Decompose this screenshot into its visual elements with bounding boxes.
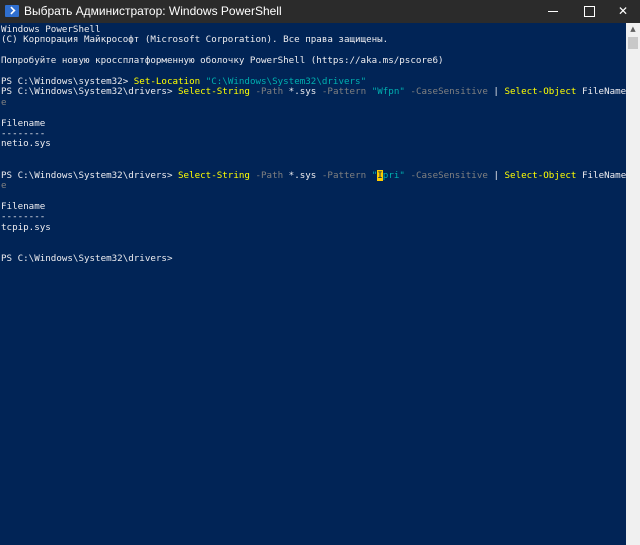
console-token: -Pattern (316, 86, 367, 98)
powershell-icon (5, 5, 19, 17)
console-token: -------- (1, 128, 46, 139)
console-token: FileName (576, 169, 626, 181)
console-token: -Pattern (316, 169, 367, 181)
console-token: -------- (1, 211, 46, 223)
console-token: Set-Location (133, 76, 201, 87)
console-token: (C) Корпорация Майкрософт (Microsoft Cor… (1, 34, 389, 46)
scroll-up-icon[interactable]: ▲ (626, 23, 640, 35)
close-button[interactable]: ✕ (605, 0, 640, 23)
console-token: | (487, 169, 505, 181)
console-token: pri" (382, 169, 405, 181)
console-line: Filename (1, 118, 45, 129)
console-line: (C) Корпорация Майкрософт (Microsoft Cor… (1, 34, 388, 45)
console-line: e (1, 180, 7, 191)
console-line: tcpip.sys (1, 222, 51, 233)
console-line: PS C:\Windows\system32> Set-Location "C:… (1, 76, 366, 87)
console-token: -Path (249, 86, 284, 98)
console-line: Попробуйте новую кроссплатформенную обол… (1, 55, 444, 66)
maximize-button[interactable] (571, 0, 607, 23)
console-token: FileName (576, 86, 626, 98)
console-token: Filename (1, 200, 46, 212)
minimize-icon (548, 11, 558, 12)
console-line: Windows PowerShell (1, 24, 101, 35)
console-token: PS C:\Windows\System32\drivers> (1, 86, 179, 98)
console-line: Filename (1, 201, 45, 212)
console-token: PS C:\Windows\System32\drivers> (1, 252, 173, 264)
console-line: e (1, 97, 7, 108)
vertical-scrollbar[interactable]: ▲ (626, 23, 640, 545)
console-token: netio.sys (1, 138, 51, 150)
console-token: "C:\Windows\System32\drivers" (205, 76, 367, 87)
console-token: Filename (1, 117, 46, 129)
console-output[interactable]: Windows PowerShell (C) Корпорация Майкрос… (0, 23, 626, 545)
maximize-icon (584, 6, 595, 17)
powershell-window: Выбрать Администратор: Windows PowerShel… (0, 0, 640, 545)
console-line: netio.sys (1, 138, 51, 149)
console-token: Windows PowerShell (1, 24, 101, 35)
console-token: Select-String (178, 169, 250, 181)
minimize-button[interactable] (535, 0, 571, 23)
console-token: Select-Object (504, 86, 577, 98)
console-token: | (487, 86, 505, 98)
console-line: -------- (1, 211, 45, 222)
console-token: *.sys (283, 86, 317, 98)
console-token: -CaseSensitive (404, 169, 488, 181)
console-token: -Path (249, 169, 284, 181)
console-line: PS C:\Windows\System32\drivers> (1, 253, 172, 264)
console-line: PS C:\Windows\System32\drivers> Select-S… (1, 86, 626, 97)
console-line: PS C:\Windows\System32\drivers> Select-S… (1, 169, 626, 181)
console-token: e (1, 180, 7, 191)
window-title: Выбрать Администратор: Windows PowerShel… (24, 4, 282, 18)
console-token: tcpip.sys (1, 221, 51, 233)
console-token: *.sys (283, 169, 317, 181)
console-token: e (1, 96, 7, 108)
console-token: -CaseSensitive (404, 86, 488, 98)
console-token: "Wfpn" (371, 86, 405, 98)
console-token: Попробуйте новую кроссплатформенную обол… (1, 55, 444, 67)
console-token: PS C:\Windows\System32\drivers> (1, 169, 179, 181)
scroll-thumb[interactable] (628, 37, 638, 49)
console-token: Select-Object (504, 169, 577, 181)
console-token: Select-String (178, 86, 250, 98)
close-icon: ✕ (617, 4, 629, 18)
console-line: -------- (1, 128, 45, 139)
console-token: PS C:\Windows\system32> (1, 76, 134, 87)
title-bar[interactable]: Выбрать Администратор: Windows PowerShel… (0, 0, 640, 23)
